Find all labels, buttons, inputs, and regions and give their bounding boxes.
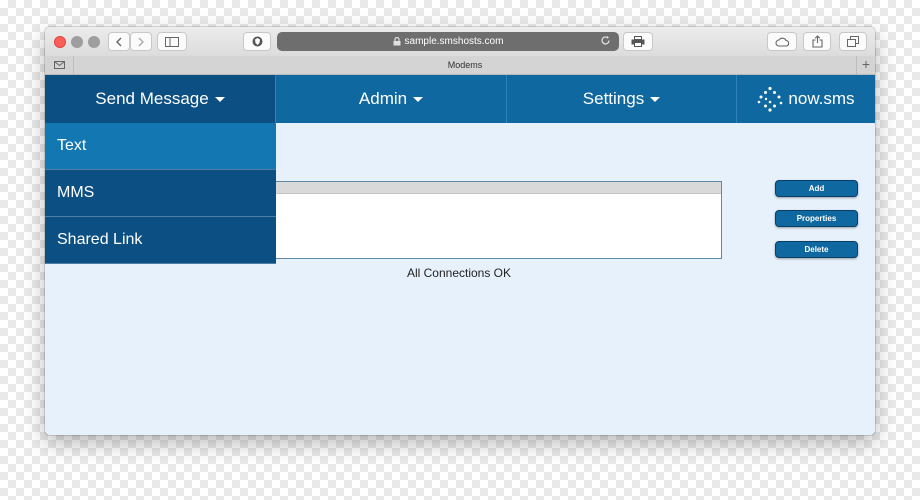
icloud-tabs-button[interactable] xyxy=(767,32,797,51)
sidebar-icon xyxy=(165,36,179,47)
brand-logo[interactable]: now.sms xyxy=(737,75,875,123)
tabs-icon xyxy=(847,36,859,47)
forward-button[interactable] xyxy=(130,32,152,51)
nav-settings[interactable]: Settings xyxy=(507,75,737,123)
chevron-left-icon xyxy=(116,37,122,46)
minimize-window-button[interactable] xyxy=(71,36,83,48)
tab-bar: Modems + xyxy=(45,56,875,75)
sidebar-toggle-button[interactable] xyxy=(157,32,187,51)
cloud-icon xyxy=(775,37,789,47)
zoom-window-button[interactable] xyxy=(88,36,100,48)
nav-send-message-label: Send Message xyxy=(95,89,209,108)
address-url: sample.smshosts.com xyxy=(404,36,504,47)
connections-list-header xyxy=(276,182,721,194)
caret-down-icon xyxy=(214,97,225,102)
dropdown-item-mms[interactable]: MMS xyxy=(45,170,276,217)
chevron-right-icon xyxy=(138,37,144,46)
connection-status: All Connections OK xyxy=(406,266,512,280)
mail-icon xyxy=(53,61,65,69)
properties-button[interactable]: Properties xyxy=(775,210,858,227)
share-button[interactable] xyxy=(803,32,831,51)
connections-list[interactable] xyxy=(276,181,722,259)
address-bar[interactable]: sample.smshosts.com xyxy=(277,32,619,51)
pinned-tab-mail[interactable] xyxy=(45,56,74,74)
dropdown-item-shared-link[interactable]: Shared Link xyxy=(45,217,276,264)
privacy-button[interactable] xyxy=(243,32,271,51)
close-window-button[interactable] xyxy=(54,36,66,48)
nav-settings-label: Settings xyxy=(582,89,645,108)
back-button[interactable] xyxy=(108,32,130,51)
printer-icon xyxy=(631,36,645,47)
lock-icon xyxy=(393,37,401,46)
nav-admin[interactable]: Admin xyxy=(276,75,507,123)
browser-toolbar: sample.smshosts.com xyxy=(45,27,875,57)
dropdown-item-text[interactable]: Text xyxy=(45,123,276,170)
brand-name: now.sms xyxy=(788,89,855,108)
share-icon xyxy=(811,35,823,48)
browser-window: sample.smshosts.com Modems + Send Messag… xyxy=(45,27,875,435)
caret-down-icon xyxy=(413,97,424,102)
top-navigation: Send Message Admin Settings now.sms xyxy=(45,75,875,123)
caret-down-icon xyxy=(650,97,661,102)
delete-button[interactable]: Delete xyxy=(775,241,858,258)
send-message-dropdown: Text MMS Shared Link xyxy=(45,123,276,264)
shield-icon xyxy=(252,36,262,47)
reload-icon[interactable] xyxy=(600,35,611,46)
show-tabs-button[interactable] xyxy=(839,32,867,51)
nav-send-message[interactable]: Send Message xyxy=(45,75,276,123)
new-tab-button[interactable]: + xyxy=(856,56,875,74)
nav-admin-label: Admin xyxy=(358,89,408,108)
nowsms-logo-icon xyxy=(758,86,783,112)
add-button[interactable]: Add xyxy=(775,180,858,197)
print-button[interactable] xyxy=(623,32,653,51)
tab-modems[interactable]: Modems xyxy=(73,56,857,74)
